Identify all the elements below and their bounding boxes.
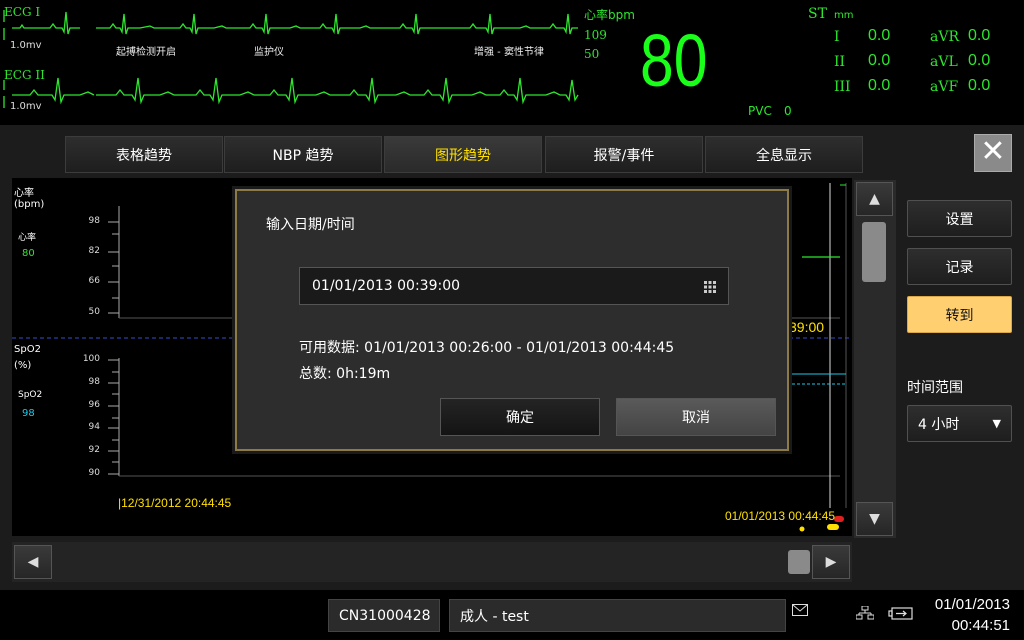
cancel-button[interactable]: 取消: [616, 398, 776, 436]
triangle-down-icon: ▼: [869, 511, 880, 527]
hr-param-value: 80: [22, 248, 35, 259]
spo2-param-value: 98: [22, 408, 35, 419]
settings-button[interactable]: 设置: [907, 200, 1012, 237]
time-range-value: 4 小时: [918, 416, 960, 433]
ecg-waveforms: [3, 10, 579, 108]
horizontal-scrollbar[interactable]: ◀ ▶: [12, 542, 852, 582]
st-lead-value: 0.0: [968, 52, 991, 69]
st-lead-name: aVL: [930, 54, 958, 70]
trend-start-time: |12/31/2012 20:44:45: [118, 496, 232, 510]
keypad-icon[interactable]: [704, 281, 716, 293]
st-lead-name: aVR: [930, 29, 959, 45]
spo2-tick: 92: [88, 445, 100, 455]
time-range-select[interactable]: 4 小时 ▼: [907, 405, 1012, 442]
dialog-title: 输入日期/时间: [266, 217, 355, 233]
hr-tick: 98: [88, 216, 100, 226]
hr-lower-limit: 50: [584, 47, 600, 61]
monitor-header: ECG I 1.0mv 起搏检测开启 监护仪 增强 - 窦性节律 ECG II …: [0, 0, 1024, 125]
st-lead-name: II: [834, 54, 846, 70]
pvc-value: 0: [784, 104, 792, 118]
scroll-up-button[interactable]: ▲: [856, 182, 893, 216]
hr-upper-limit: 109: [584, 28, 607, 42]
rhythm-note: 增强 - 窦性节律: [474, 47, 544, 58]
close-icon: ✕: [980, 134, 1006, 169]
hr-value: 80: [640, 19, 708, 102]
available-data-range: 可用数据: 01/01/2013 00:26:00 - 01/01/2013 0…: [299, 340, 675, 356]
ecg2-scale: 1.0mv: [10, 101, 42, 112]
hr-param-label: 心率: [18, 233, 37, 243]
st-lead-value: 0.0: [868, 27, 891, 44]
message-icon[interactable]: [792, 604, 808, 616]
spo2-tick: 94: [88, 422, 100, 432]
spo2-tick: 96: [88, 400, 100, 410]
triangle-left-icon: ◀: [27, 554, 39, 570]
hr-tick: 50: [88, 307, 100, 317]
spo2-tick: 98: [88, 377, 100, 387]
spo2-param-label: SpO2: [18, 390, 43, 400]
scroll-right-button[interactable]: ▶: [812, 545, 850, 579]
tab-table-trend[interactable]: 表格趋势: [65, 136, 223, 173]
mode-note: 监护仪: [254, 47, 284, 58]
tab-alarms-events[interactable]: 报警/事件: [545, 136, 703, 173]
pvc-label: PVC: [748, 104, 772, 118]
goto-button[interactable]: 转到: [907, 296, 1012, 333]
battery-plug-icon: [888, 607, 913, 620]
device-id: CN31000428: [328, 599, 440, 632]
scroll-left-button[interactable]: ◀: [14, 545, 52, 579]
st-lead-value: 0.0: [868, 52, 891, 69]
date-time-dialog: 输入日期/时间 01/01/2013 00:39:00 可用数据: 01/01/…: [235, 189, 789, 451]
tab-nbp-trend[interactable]: NBP 趋势: [224, 136, 382, 173]
spo2-section-title: SpO2: [14, 344, 41, 355]
scroll-down-button[interactable]: ▼: [856, 502, 893, 536]
record-button[interactable]: 记录: [907, 248, 1012, 285]
hr-section-title: 心率: [14, 188, 34, 199]
hr-tick: 82: [88, 246, 100, 256]
st-lead-name: I: [834, 29, 840, 45]
hr-section-unit: (bpm): [14, 199, 45, 210]
trend-end-time: 01/01/2013 00:44:45: [725, 509, 836, 523]
ecg1-waveform: [3, 10, 578, 40]
ecg2-label: ECG II: [4, 68, 45, 82]
close-button[interactable]: ✕: [974, 134, 1012, 172]
network-icon: [856, 606, 874, 620]
st-lead-value: 0.0: [968, 27, 991, 44]
st-title: ST: [808, 6, 827, 22]
spo2-section-unit: (%): [14, 360, 32, 371]
vertical-scrollbar[interactable]: ▲ ▼: [854, 180, 896, 538]
date-time-value: 01/01/2013 00:39:00: [312, 278, 461, 294]
patient-info[interactable]: 成人 - test: [449, 599, 786, 632]
st-lead-value: 0.0: [968, 77, 991, 94]
triangle-up-icon: ▲: [869, 191, 880, 207]
status-time: 00:44:51: [951, 617, 1010, 634]
tab-graphic-trend[interactable]: 图形趋势: [384, 136, 542, 173]
spo2-tick: 90: [88, 468, 100, 478]
chevron-down-icon: ▼: [992, 417, 1001, 430]
pacer-note: 起搏检测开启: [116, 47, 176, 58]
st-lead-name: aVF: [930, 79, 959, 95]
triangle-right-icon: ▶: [825, 554, 837, 570]
cursor-time: 39:00: [789, 319, 825, 335]
hr-title: 心率bpm: [584, 8, 635, 22]
hr-tick: 66: [88, 276, 100, 286]
ecg1-label: ECG I: [4, 5, 41, 19]
ok-button[interactable]: 确定: [440, 398, 600, 436]
spo2-tick: 100: [82, 354, 100, 364]
time-range-label: 时间范围: [907, 380, 963, 396]
ecg1-scale: 1.0mv: [10, 40, 42, 51]
date-time-input[interactable]: 01/01/2013 00:39:00: [299, 267, 729, 305]
vertical-scroll-thumb[interactable]: [862, 222, 886, 282]
total-duration: 总数: 0h:19m: [299, 366, 391, 382]
tab-full-disclosure[interactable]: 全息显示: [705, 136, 863, 173]
st-lead-name: III: [834, 79, 851, 95]
status-date: 01/01/2013: [934, 596, 1010, 613]
ecg2-waveform: [3, 77, 579, 108]
st-unit: mm: [834, 10, 854, 21]
st-lead-value: 0.0: [868, 77, 891, 94]
horizontal-scroll-thumb[interactable]: [788, 550, 810, 574]
